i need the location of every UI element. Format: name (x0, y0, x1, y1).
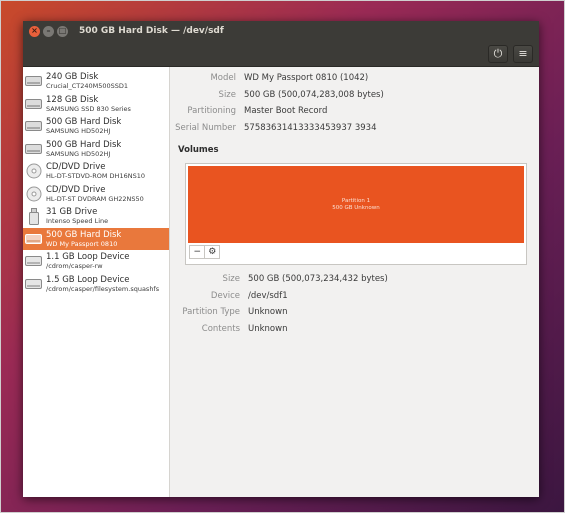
partition-size-row: Size 500 GB (500,073,234,432 bytes) (170, 271, 539, 288)
partitioning-label: Partitioning (187, 106, 236, 117)
gears-icon: ⚙ (208, 247, 217, 257)
size-row: Size 500 GB (500,074,283,008 bytes) (170, 87, 539, 104)
contents-value: Unknown (248, 323, 288, 334)
disk-icon (25, 118, 42, 135)
drive-model: SAMSUNG HD502HJ (46, 149, 111, 158)
loop-device-icon (25, 275, 42, 292)
power-off-button[interactable]: ⏻ (488, 44, 508, 63)
drive-item[interactable]: 1.5 GB Loop Device/cdrom/casper/filesyst… (23, 273, 169, 296)
drive-item[interactable]: 500 GB Hard Disk SAMSUNG HD502HJ (23, 115, 169, 138)
drive-model: SAMSUNG SSD 830 Series (46, 104, 131, 113)
drive-item[interactable]: 1.1 GB Loop Device/cdrom/casper-rw (23, 250, 169, 273)
drive-item[interactable]: CD/DVD Drive HL-DT-STDVD-ROM DH16NS10 (23, 160, 169, 183)
partition-size-label: Size (222, 274, 240, 285)
drive-model: SAMSUNG HD502HJ (46, 127, 111, 136)
minus-icon: − (193, 247, 202, 257)
minimize-window-button[interactable]: – (43, 25, 54, 37)
volumes-heading: Volumes (178, 145, 219, 155)
drive-item[interactable]: 31 GB Drive Intenso Speed Line (23, 205, 169, 228)
drive-model: /cdrom/casper/filesystem.squashfs (46, 284, 160, 293)
drive-model: Crucial_CT240M500SSD1 (46, 82, 129, 91)
partition-settings-button[interactable]: ⚙ (204, 246, 219, 258)
optical-disc-icon (25, 185, 42, 202)
drive-name: 240 GB Disk (46, 72, 99, 83)
volumes-map: Partition 1 500 GB Unknown − ⚙ (185, 163, 527, 265)
device-value: /dev/sdf1 (248, 290, 288, 301)
disk-icon (25, 140, 42, 157)
drive-name: CD/DVD Drive (46, 184, 106, 195)
disks-window: × – □ 500 GB Hard Disk — /dev/sdf ⏻ ≡ 24… (23, 21, 539, 497)
drive-name: 500 GB Hard Disk (46, 139, 122, 150)
window-title: 500 GB Hard Disk — /dev/sdf (79, 26, 224, 36)
contents-row: Contents Unknown (170, 321, 539, 338)
drive-list: 240 GB Disk Crucial_CT240M500SSD1 128 GB … (23, 67, 170, 497)
drive-item-selected[interactable]: 500 GB Hard Disk WD My Passport 0810 (23, 227, 169, 250)
drive-model: HL-DT-STDVD-ROM DH16NS10 (46, 172, 145, 181)
partition-type-row: Partition Type Unknown (170, 304, 539, 321)
size-value: 500 GB (500,074,283,008 bytes) (244, 89, 384, 100)
drive-model: WD My Passport 0810 (46, 239, 118, 248)
size-label: Size (218, 89, 236, 100)
disk-icon (25, 95, 42, 112)
drive-name: 128 GB Disk (46, 94, 99, 105)
drive-menu-button[interactable]: ≡ (513, 44, 533, 63)
drive-name: 500 GB Hard Disk (46, 229, 122, 240)
drive-name: CD/DVD Drive (46, 162, 106, 173)
drive-model: /cdrom/casper-rw (46, 262, 103, 271)
drive-item[interactable]: 240 GB Disk Crucial_CT240M500SSD1 (23, 70, 169, 93)
partition-size: 500 GB Unknown (332, 204, 380, 211)
serial-value: 57583631413333453937 3934 (244, 122, 377, 133)
power-icon: ⏻ (493, 46, 503, 60)
partition-type-value: Unknown (248, 307, 288, 318)
disk-icon (25, 230, 42, 247)
partition-name: Partition 1 (341, 197, 371, 204)
model-value: WD My Passport 0810 (1042) (244, 73, 369, 84)
drive-item[interactable]: 128 GB Disk SAMSUNG SSD 830 Series (23, 93, 169, 116)
drive-name: 1.1 GB Loop Device (46, 252, 130, 263)
usb-drive-icon (25, 207, 42, 225)
drive-name: 1.5 GB Loop Device (46, 274, 130, 285)
partition-type-label: Partition Type (182, 307, 240, 318)
partitioning-value: Master Boot Record (244, 106, 328, 117)
model-label: Model (210, 73, 236, 84)
partition-size-value: 500 GB (500,073,234,432 bytes) (248, 274, 388, 285)
device-label: Device (210, 290, 240, 301)
loop-device-icon (25, 253, 42, 270)
drive-item[interactable]: 500 GB Hard Disk SAMSUNG HD502HJ (23, 138, 169, 161)
close-window-button[interactable]: × (29, 25, 40, 37)
serial-row: Serial Number 57583631413333453937 3934 (170, 120, 539, 137)
drive-details-panel: Model WD My Passport 0810 (1042) Size 50… (170, 67, 539, 497)
drive-name: 31 GB Drive (46, 207, 98, 218)
contents-label: Contents (201, 323, 240, 334)
maximize-window-button[interactable]: □ (57, 25, 68, 37)
drive-name: 500 GB Hard Disk (46, 117, 122, 128)
device-row: Device /dev/sdf1 (170, 288, 539, 305)
delete-partition-button[interactable]: − (190, 246, 204, 258)
disk-icon (25, 73, 42, 90)
optical-disc-icon (25, 163, 42, 180)
drive-model: HL-DT-ST DVDRAM GH22NS50 (46, 194, 144, 203)
hamburger-menu-icon: ≡ (518, 47, 528, 60)
volume-toolbar: − ⚙ (189, 245, 220, 259)
model-row: Model WD My Passport 0810 (1042) (170, 70, 539, 87)
partitioning-row: Partitioning Master Boot Record (170, 103, 539, 120)
serial-label: Serial Number (175, 122, 236, 133)
header-toolbar: ⏻ ≡ (23, 41, 539, 67)
partition-block[interactable]: Partition 1 500 GB Unknown (188, 166, 524, 243)
drive-model: Intenso Speed Line (46, 217, 109, 226)
drive-item[interactable]: CD/DVD Drive HL-DT-ST DVDRAM GH22NS50 (23, 183, 169, 206)
title-bar: × – □ 500 GB Hard Disk — /dev/sdf (23, 21, 539, 41)
